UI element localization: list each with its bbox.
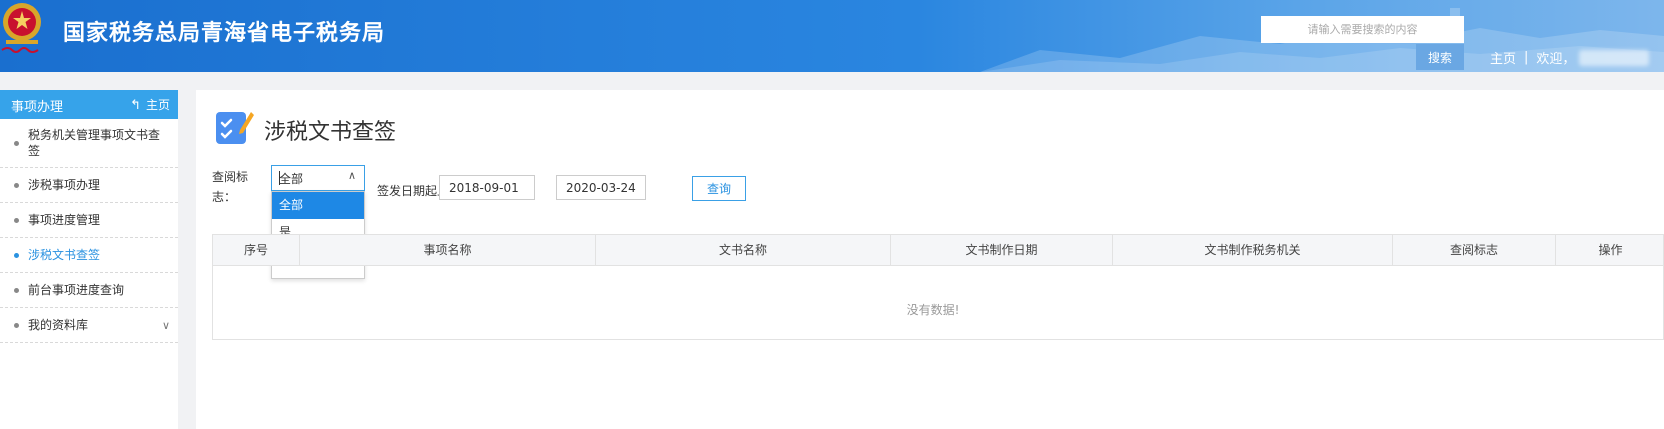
main-panel: 涉税文书查签 查阅标志： 全部 ∧ 全部 是 否 签发日期起止： - 查询 序号… — [196, 90, 1664, 429]
col-doc-date: 文书制作日期 — [891, 235, 1113, 265]
back-arrow-icon: ↰ — [130, 98, 141, 113]
bullet-icon — [14, 183, 19, 188]
option-all[interactable]: 全部 — [272, 192, 364, 219]
sidebar: 事项办理 ↰ 主页 税务机关管理事项文书查签 涉税事项办理 事项进度管理 涉税文书… — [0, 90, 178, 429]
sidebar-title: 事项办理 — [11, 100, 64, 115]
sidebar-item-label: 前台事项进度查询 — [28, 283, 125, 297]
sidebar-item-label: 涉税事项办理 — [28, 178, 101, 192]
search-input[interactable] — [1261, 16, 1464, 43]
query-button[interactable]: 查询 — [692, 176, 746, 201]
sidebar-item-my-library[interactable]: 我的资料库 ∨ — [0, 308, 178, 343]
col-matter-name: 事项名称 — [300, 235, 596, 265]
bullet-icon — [14, 141, 19, 146]
site-title: 国家税务总局青海省电子税务局 — [63, 21, 386, 46]
search-button[interactable]: 搜索 — [1416, 44, 1464, 70]
sidebar-item-tax-authority-docs[interactable]: 税务机关管理事项文书查签 — [0, 119, 178, 168]
col-read-flag: 查阅标志 — [1393, 235, 1556, 265]
sidebar-item-label: 涉税文书查签 — [28, 248, 101, 262]
bullet-icon — [14, 288, 19, 293]
col-doc-name: 文书名称 — [596, 235, 891, 265]
national-tax-emblem-icon — [1, 3, 41, 53]
top-header: 国家税务总局青海省电子税务局 搜索 主页 | 欢迎， — [0, 0, 1664, 72]
home-link[interactable]: 主页 — [1490, 48, 1516, 67]
sidebar-menu: 税务机关管理事项文书查签 涉税事项办理 事项进度管理 涉税文书查签 前台事项进度… — [0, 119, 178, 343]
sidebar-item-progress-management[interactable]: 事项进度管理 — [0, 203, 178, 238]
chevron-down-icon[interactable]: ∨ — [162, 318, 170, 334]
empty-state: 没有数据! — [213, 301, 1664, 318]
sidebar-item-front-desk-progress[interactable]: 前台事项进度查询 — [0, 273, 178, 308]
bullet-icon — [14, 253, 19, 258]
results-table: 序号 事项名称 文书名称 文书制作日期 文书制作税务机关 查阅标志 操作 没有数… — [212, 234, 1664, 340]
read-flag-select[interactable]: 全部 ∧ — [271, 165, 365, 191]
sidebar-header: 事项办理 ↰ 主页 — [0, 90, 178, 119]
read-flag-value: 全部 — [279, 172, 304, 186]
user-name-redacted — [1579, 49, 1650, 66]
bullet-icon — [14, 218, 19, 223]
sidebar-item-label: 我的资料库 — [28, 318, 89, 332]
sidebar-home-label: 主页 — [145, 98, 170, 112]
sidebar-item-tax-matters[interactable]: 涉税事项办理 — [0, 168, 178, 203]
nav-separator: | — [1524, 50, 1529, 65]
col-doc-authority: 文书制作税务机关 — [1113, 235, 1393, 265]
empty-state-text: 没有数据! — [906, 303, 960, 317]
sidebar-home-link[interactable]: ↰ 主页 — [130, 96, 170, 113]
bullet-icon — [14, 323, 19, 328]
col-index: 序号 — [213, 235, 300, 265]
table-header: 序号 事项名称 文书名称 文书制作日期 文书制作税务机关 查阅标志 操作 — [213, 235, 1663, 266]
filter-label: 查阅标志： — [212, 170, 249, 204]
sidebar-item-label: 税务机关管理事项文书查签 — [28, 128, 161, 158]
top-nav: 主页 | 欢迎， — [1490, 48, 1650, 67]
date-start-input[interactable] — [439, 175, 535, 200]
sidebar-item-tax-docs[interactable]: 涉税文书查签 — [0, 238, 178, 273]
chevron-up-icon: ∧ — [347, 169, 356, 182]
welcome-text: 欢迎， — [1536, 52, 1576, 67]
sidebar-item-label: 事项进度管理 — [28, 213, 101, 227]
document-check-icon — [216, 112, 254, 144]
page-title: 涉税文书查签 — [264, 120, 397, 145]
date-end-input[interactable] — [556, 175, 646, 200]
col-actions: 操作 — [1598, 243, 1623, 257]
